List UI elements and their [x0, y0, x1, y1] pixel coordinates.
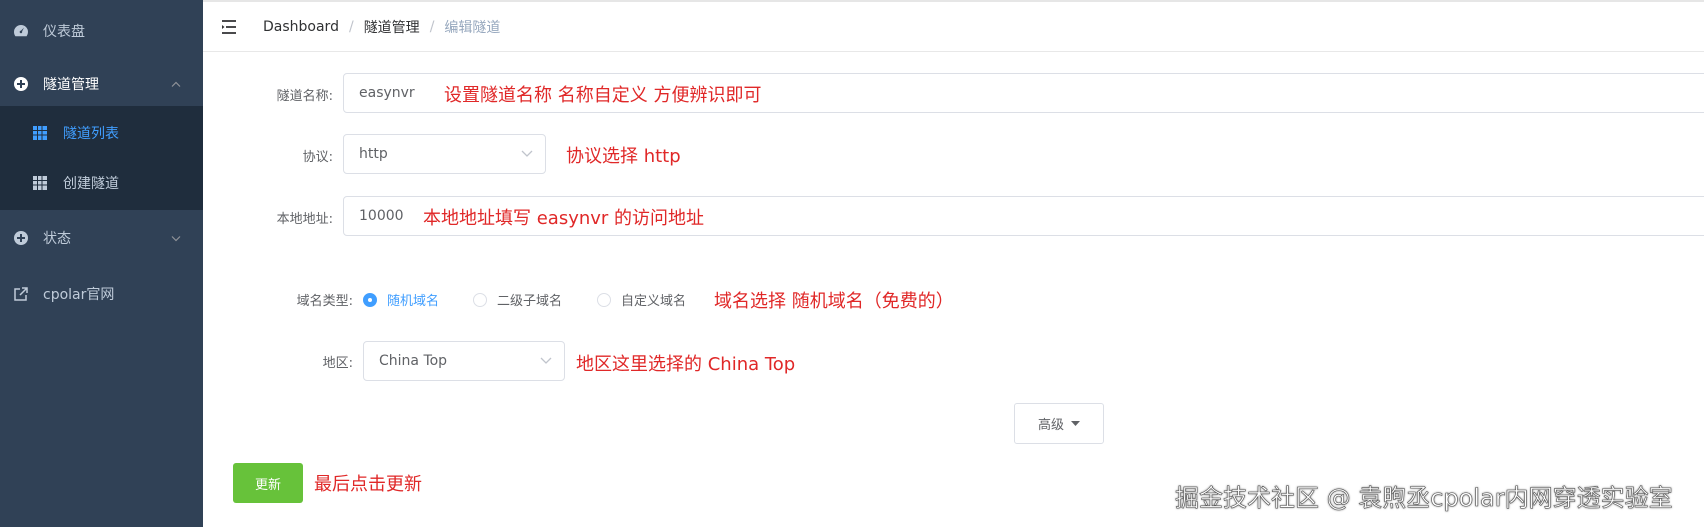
radio-subdomain[interactable]: 二级子域名 — [473, 290, 562, 309]
annotation-local-address: 本地地址填写 easynvr 的访问地址 — [423, 208, 705, 229]
breadcrumb-item-edit-tunnel: 编辑隧道 — [444, 19, 501, 36]
radio-dot — [597, 292, 611, 307]
protocol-value: http — [359, 146, 388, 162]
annotation-update: 最后点击更新 — [314, 474, 422, 495]
watermark: 掘金技术社区 @ 袁煦丞cpolar内网穿透实验室 — [1175, 484, 1673, 513]
annotation-region: 地区这里选择的 China Top — [576, 354, 796, 375]
breadcrumb-separator: / — [429, 18, 435, 35]
annotation-protocol: 协议选择 http — [566, 146, 681, 167]
external-link-icon — [13, 286, 29, 302]
tunnel-name-value: easynvr — [359, 85, 415, 101]
region-label: 地区: — [322, 356, 353, 371]
radio-label: 二级子域名 — [497, 294, 563, 309]
chevron-down-icon — [540, 353, 552, 369]
radio-random-domain[interactable]: 随机域名 — [363, 290, 439, 309]
tunnel-submenu: 隧道列表 创建隧道 — [0, 106, 203, 210]
radio-dot — [473, 292, 487, 307]
radio-label: 自定义域名 — [621, 294, 687, 309]
breadcrumb-separator: / — [348, 18, 354, 35]
region-value: China Top — [379, 353, 448, 369]
region-select[interactable]: China Top — [363, 341, 565, 381]
sidebar-item-cpolar-site[interactable]: cpolar官网 — [0, 266, 203, 322]
chevron-down-icon — [171, 232, 181, 245]
sidebar-item-label: 仪表盘 — [43, 24, 85, 40]
sidebar-item-dashboard[interactable]: 仪表盘 — [0, 0, 203, 62]
local-address-value: 10000 — [359, 208, 404, 224]
sidebar: 仪表盘 隧道管理 隧道列表 创建隧道 状态 cpolar官网 — [0, 0, 203, 527]
sidebar-item-label: 隧道管理 — [43, 77, 99, 93]
tunnel-name-label: 隧道名称: — [276, 89, 333, 104]
domain-type-label: 域名类型: — [296, 294, 353, 309]
protocol-label: 协议: — [302, 150, 333, 165]
local-address-label: 本地地址: — [276, 212, 333, 227]
caret-down-icon — [1071, 420, 1080, 427]
sidebar-item-tunnel-mgmt[interactable]: 隧道管理 — [0, 62, 203, 106]
update-button[interactable]: 更新 — [233, 463, 303, 503]
breadcrumb-item-dashboard[interactable]: Dashboard — [263, 19, 339, 35]
navbar: Dashboard / 隧道管理 / 编辑隧道 — [203, 0, 1704, 52]
advanced-label: 高级 — [1037, 418, 1064, 433]
annotation-name: 设置隧道名称 名称自定义 方便辨识即可 — [444, 85, 762, 106]
dashboard-icon — [13, 23, 29, 39]
protocol-select[interactable]: http — [343, 134, 546, 174]
main-content: Dashboard / 隧道管理 / 编辑隧道 隧道名称: easynvr 设置… — [203, 0, 1704, 527]
sidebar-item-label: 状态 — [43, 231, 71, 247]
table-icon — [33, 176, 47, 190]
sidebar-item-label: 隧道列表 — [63, 126, 119, 142]
plus-circle-icon — [13, 230, 29, 246]
breadcrumb-item-tunnel-mgmt[interactable]: 隧道管理 — [364, 17, 420, 37]
plus-circle-icon — [13, 76, 29, 92]
chevron-down-icon — [521, 146, 533, 162]
table-icon — [33, 126, 47, 140]
radio-custom-domain[interactable]: 自定义域名 — [597, 290, 686, 309]
breadcrumb: Dashboard / 隧道管理 / 编辑隧道 — [263, 17, 500, 37]
chevron-up-icon — [171, 78, 181, 91]
annotation-domain-type: 域名选择 随机域名（免费的） — [714, 291, 954, 312]
advanced-button[interactable]: 高级 — [1014, 403, 1104, 444]
sidebar-item-tunnel-list[interactable]: 隧道列表 — [0, 108, 203, 158]
radio-dot — [363, 292, 377, 307]
sidebar-item-label: 创建隧道 — [63, 176, 119, 192]
sidebar-item-status[interactable]: 状态 — [0, 210, 203, 266]
sidebar-item-label: cpolar官网 — [43, 287, 115, 303]
radio-label: 随机域名 — [387, 294, 440, 309]
hamburger-icon[interactable] — [219, 17, 239, 37]
sidebar-item-create-tunnel[interactable]: 创建隧道 — [0, 158, 203, 208]
